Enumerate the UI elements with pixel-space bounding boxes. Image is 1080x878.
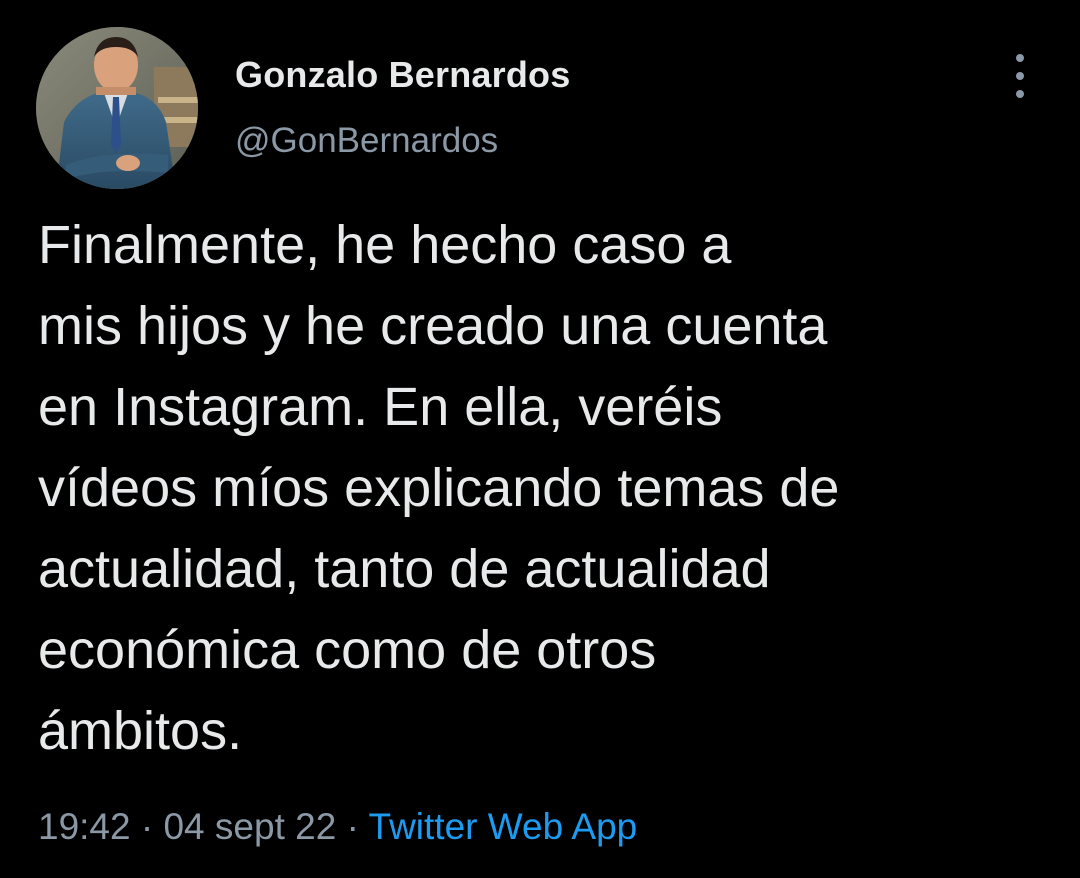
tweet: Gonzalo Bernardos @GonBernardos Finalmen…	[0, 0, 1080, 878]
meta-separator: ·	[140, 806, 154, 847]
author-handle[interactable]: @GonBernardos	[235, 121, 498, 161]
tweet-text: Finalmente, he hecho caso a mis hijos y …	[38, 205, 1048, 772]
author-display-name[interactable]: Gonzalo Bernardos	[235, 54, 570, 96]
tweet-text-line: actualidad, tanto de actualidad	[38, 539, 771, 599]
tweet-time[interactable]: 19:42	[38, 806, 131, 847]
more-vertical-icon	[1016, 54, 1024, 62]
tweet-meta: 19:42 · 04 sept 22 · Twitter Web App	[38, 806, 637, 848]
avatar[interactable]	[36, 27, 198, 189]
more-vertical-icon-dot-3	[1016, 90, 1024, 98]
meta-separator: ·	[346, 806, 359, 847]
tweet-text-line: mis hijos y he creado una cuenta	[38, 296, 828, 356]
tweet-text-line: Finalmente, he hecho caso a	[38, 215, 732, 275]
tweet-text-line: ámbitos.	[38, 701, 243, 761]
tweet-text-line: en Instagram. En ella, veréis	[38, 377, 723, 437]
avatar-photo	[36, 27, 198, 189]
tweet-text-line: económica como de otros	[38, 620, 657, 680]
tweet-source-link[interactable]: Twitter Web App	[369, 806, 638, 847]
more-options-button[interactable]	[1004, 54, 1036, 98]
tweet-date[interactable]: 04 sept 22	[163, 806, 336, 847]
more-vertical-icon-dot-2	[1016, 72, 1024, 80]
tweet-text-line: vídeos míos explicando temas de	[38, 458, 840, 518]
